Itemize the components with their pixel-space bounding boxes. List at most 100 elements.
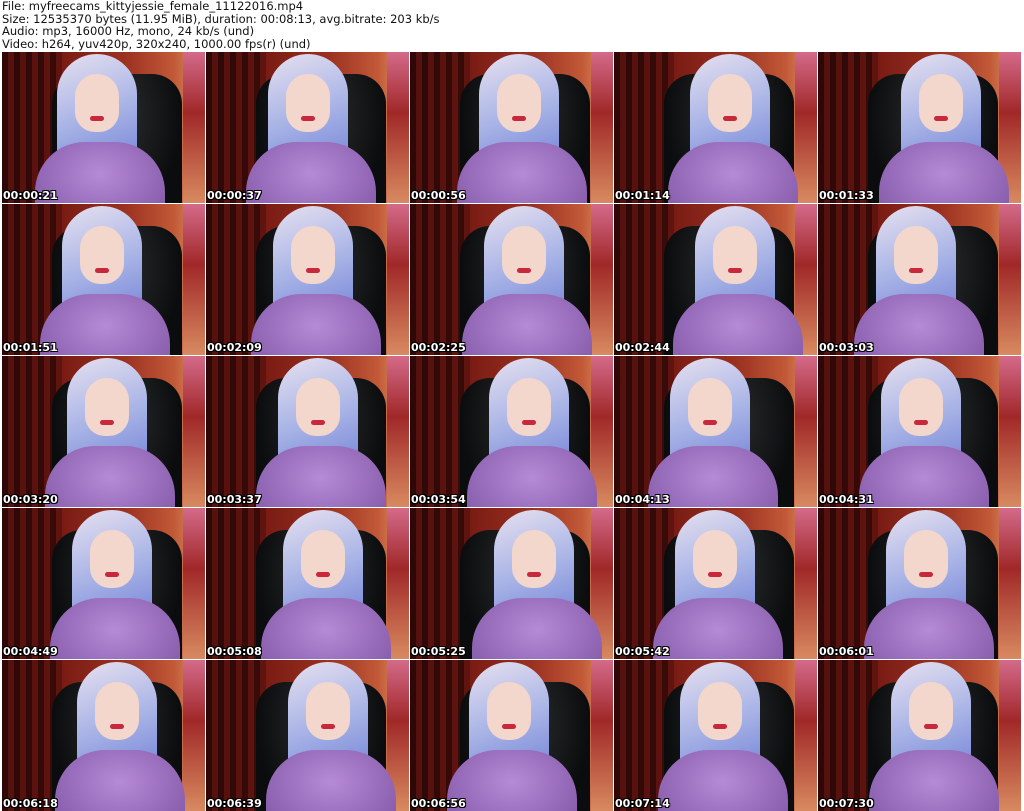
- timestamp: 00:05:25: [411, 645, 466, 658]
- lips: [723, 116, 737, 121]
- video-thumbnail: 00:01:14: [614, 52, 817, 203]
- video-thumbnail: 00:03:37: [206, 356, 409, 507]
- person: [818, 508, 1019, 659]
- shirt: [467, 446, 597, 507]
- timestamp: 00:00:37: [207, 189, 262, 202]
- person: [213, 508, 409, 659]
- video-thumbnail: 00:07:30: [818, 660, 1021, 811]
- face: [904, 530, 948, 588]
- shirt: [653, 598, 783, 659]
- video-thumbnail: 00:03:54: [410, 356, 613, 507]
- lips: [306, 268, 320, 273]
- timestamp: 00:06:39: [207, 797, 262, 810]
- video-thumbnail: 00:00:56: [410, 52, 613, 203]
- shirt: [246, 142, 376, 203]
- video-thumbnail: 00:03:03: [818, 204, 1021, 355]
- video-thumbnail: 00:04:31: [818, 356, 1021, 507]
- timestamp: 00:01:14: [615, 189, 670, 202]
- face: [698, 682, 742, 740]
- timestamp: 00:02:25: [411, 341, 466, 354]
- person: [206, 204, 406, 355]
- shirt: [864, 598, 994, 659]
- person: [419, 356, 613, 507]
- shirt: [447, 750, 577, 811]
- person: [2, 52, 190, 203]
- face: [85, 378, 129, 436]
- lips: [527, 572, 541, 577]
- shirt: [45, 446, 175, 507]
- timestamp: 00:07:14: [615, 797, 670, 810]
- shirt: [879, 142, 1009, 203]
- timestamp: 00:01:33: [819, 189, 874, 202]
- face: [899, 378, 943, 436]
- timestamp: 00:07:30: [819, 797, 874, 810]
- person: [424, 508, 613, 659]
- face: [286, 74, 330, 132]
- lips: [95, 268, 109, 273]
- person: [818, 204, 1009, 355]
- timestamp: 00:03:37: [207, 493, 262, 506]
- video-thumbnail: 00:03:20: [2, 356, 205, 507]
- person: [2, 356, 200, 507]
- video-info: Video: h264, yuv420p, 320x240, 1000.00 f…: [2, 36, 311, 51]
- face: [90, 530, 134, 588]
- face: [301, 530, 345, 588]
- timestamp: 00:01:51: [3, 341, 58, 354]
- timestamp: 00:03:03: [819, 341, 874, 354]
- shirt: [266, 750, 396, 811]
- face: [909, 682, 953, 740]
- lips: [100, 420, 114, 425]
- person: [7, 660, 205, 811]
- lips: [924, 724, 938, 729]
- person: [625, 204, 817, 355]
- timestamp: 00:05:42: [615, 645, 670, 658]
- video-thumbnail: 00:01:51: [2, 204, 205, 355]
- timestamp: 00:06:01: [819, 645, 874, 658]
- lips: [914, 420, 928, 425]
- face: [75, 74, 119, 132]
- face: [80, 226, 124, 284]
- shirt: [50, 598, 180, 659]
- person: [410, 660, 602, 811]
- timestamp: 00:00:56: [411, 189, 466, 202]
- shirt: [55, 750, 185, 811]
- video-thumbnail: 00:06:39: [206, 660, 409, 811]
- lips: [919, 572, 933, 577]
- shirt: [869, 750, 999, 811]
- audio-info: Audio: mp3, 16000 Hz, mono, 24 kb/s (und…: [2, 24, 255, 38]
- person: [614, 356, 803, 507]
- face: [306, 682, 350, 740]
- lips: [90, 116, 104, 121]
- lips: [311, 420, 325, 425]
- face: [894, 226, 938, 284]
- person: [620, 52, 817, 203]
- lips: [517, 268, 531, 273]
- lips: [713, 724, 727, 729]
- person: [410, 52, 612, 203]
- video-thumbnail: 00:06:56: [410, 660, 613, 811]
- face: [296, 378, 340, 436]
- lips: [301, 116, 315, 121]
- shirt: [673, 294, 803, 355]
- video-thumbnail: 00:06:18: [2, 660, 205, 811]
- timestamp: 00:03:20: [3, 493, 58, 506]
- lips: [909, 268, 923, 273]
- video-thumbnail: 00:02:44: [614, 204, 817, 355]
- shirt: [457, 142, 587, 203]
- lips: [728, 268, 742, 273]
- timestamp: 00:04:31: [819, 493, 874, 506]
- lips: [522, 420, 536, 425]
- file-name: File: myfreecams_kittyjessie_female_1112…: [2, 0, 304, 13]
- face: [502, 226, 546, 284]
- face: [713, 226, 757, 284]
- lips: [708, 572, 722, 577]
- face: [512, 530, 556, 588]
- lips: [316, 572, 330, 577]
- person: [2, 508, 205, 659]
- face: [291, 226, 335, 284]
- face: [487, 682, 531, 740]
- lips: [502, 724, 516, 729]
- video-thumbnail: 00:04:49: [2, 508, 205, 659]
- face: [708, 74, 752, 132]
- timestamp: 00:06:56: [411, 797, 466, 810]
